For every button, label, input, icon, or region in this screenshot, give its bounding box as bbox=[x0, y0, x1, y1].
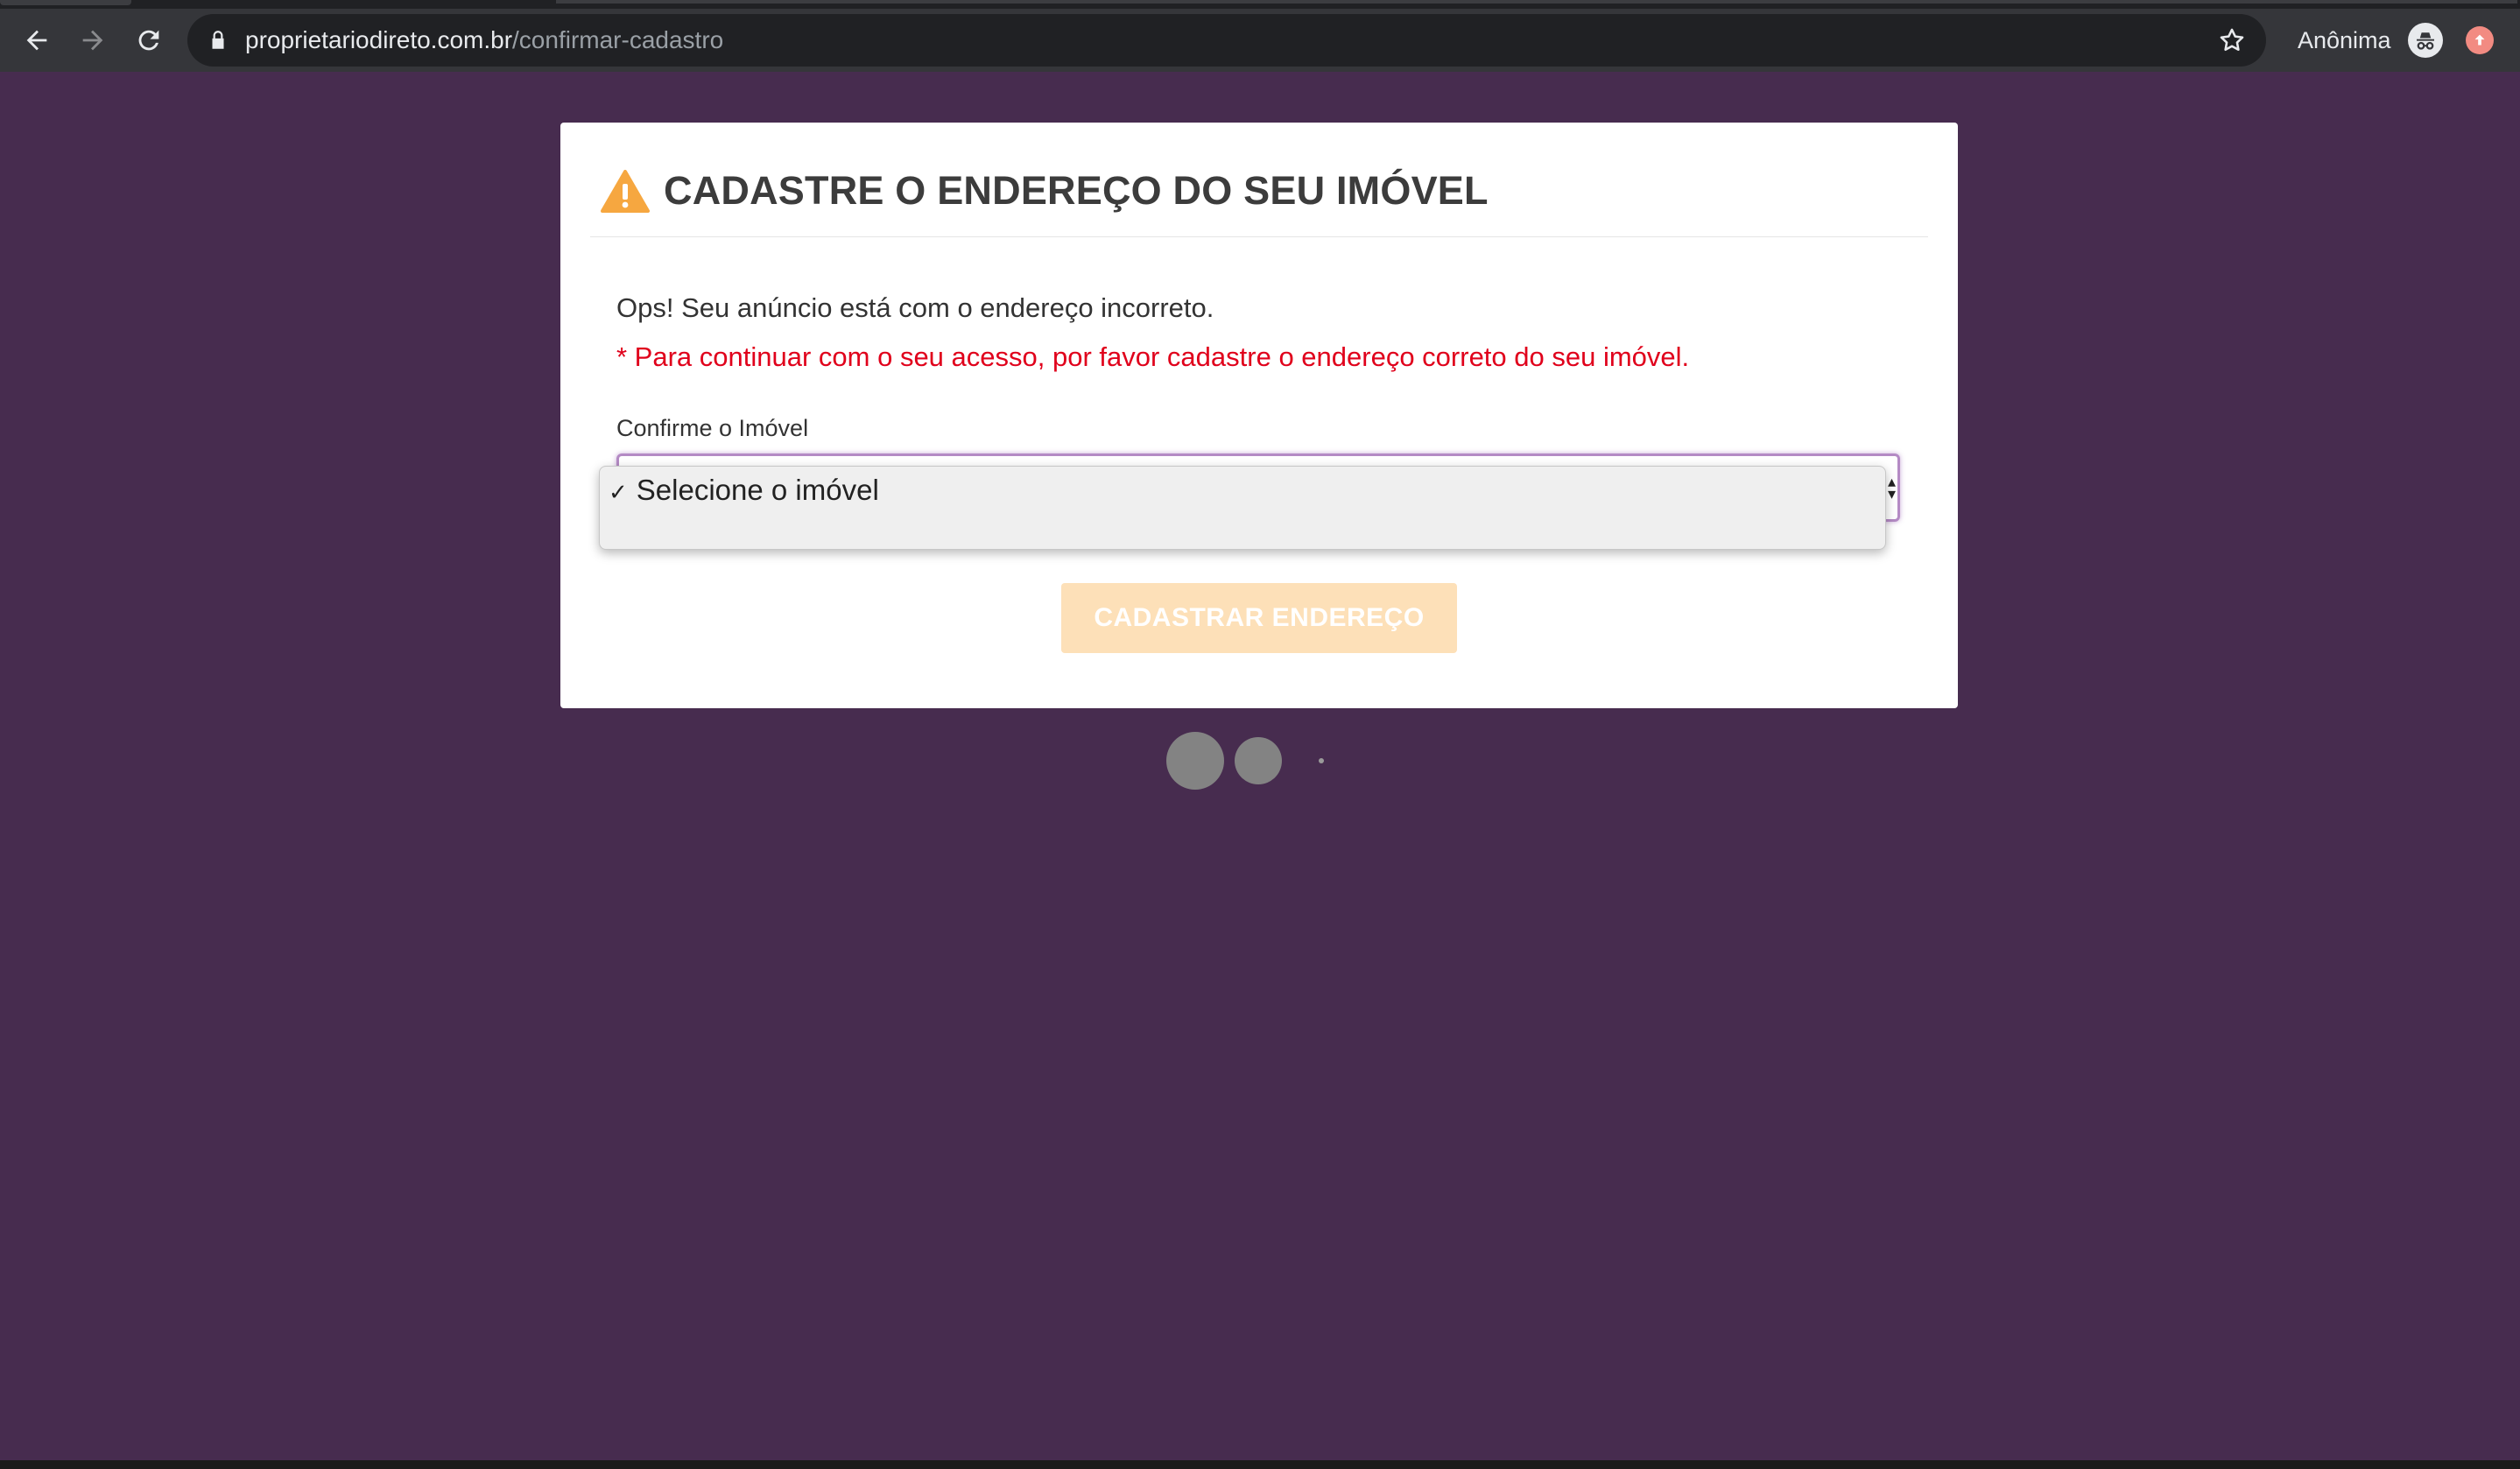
update-arrow-icon[interactable] bbox=[2466, 26, 2494, 54]
incognito-icon[interactable] bbox=[2408, 23, 2443, 58]
property-select-label: Confirme o Imóvel bbox=[616, 415, 809, 441]
address-bar[interactable]: proprietariodireto.com.br/confirmar-cada… bbox=[187, 14, 2266, 67]
bottom-edge bbox=[0, 1460, 2520, 1469]
back-button[interactable] bbox=[11, 9, 63, 72]
tab-strip-edge bbox=[556, 0, 2517, 4]
loading-dot bbox=[1166, 732, 1224, 790]
reload-button[interactable] bbox=[123, 9, 175, 72]
card-title: CADASTRE O ENDEREÇO DO SEU IMÓVEL bbox=[664, 168, 1489, 213]
register-address-button[interactable]: CADASTRAR ENDEREÇO bbox=[1061, 583, 1457, 653]
error-message: Ops! Seu anúncio está com o endereço inc… bbox=[616, 292, 1214, 323]
select-option[interactable]: ✓ Selecione o imóvel bbox=[609, 474, 879, 507]
warning-icon bbox=[601, 170, 650, 213]
browser-toolbar: proprietariodireto.com.br/confirmar-cada… bbox=[0, 9, 2520, 72]
star-icon[interactable] bbox=[2217, 25, 2247, 55]
checkmark-icon: ✓ bbox=[609, 479, 628, 505]
select-option-label: Selecione o imóvel bbox=[636, 474, 879, 506]
url-domain: proprietariodireto.com.br bbox=[245, 26, 513, 53]
active-tab-edge bbox=[0, 0, 131, 5]
profile-label[interactable]: Anônima bbox=[2298, 9, 2391, 72]
lock-icon bbox=[212, 31, 224, 49]
alert-message: * Para continuar com o seu acesso, por f… bbox=[616, 341, 1690, 372]
tab-strip bbox=[0, 0, 2520, 9]
address-confirmation-card: CADASTRE O ENDEREÇO DO SEU IMÓVEL Ops! S… bbox=[560, 123, 1958, 708]
property-select-dropdown: ✓ Selecione o imóvel bbox=[599, 466, 1886, 550]
forward-button[interactable] bbox=[67, 9, 119, 72]
select-arrows-icon: ▴ ▾ bbox=[1887, 473, 1896, 503]
url-text: proprietariodireto.com.br/confirmar-cada… bbox=[245, 14, 723, 67]
loading-dot bbox=[1319, 758, 1324, 763]
card-header: CADASTRE O ENDEREÇO DO SEU IMÓVEL bbox=[590, 123, 1928, 237]
url-path: /confirmar-cadastro bbox=[512, 26, 724, 53]
loading-dot bbox=[1235, 737, 1282, 784]
reload-icon bbox=[138, 30, 159, 51]
arrow-right-icon bbox=[82, 30, 103, 51]
arrow-left-icon bbox=[26, 30, 47, 51]
